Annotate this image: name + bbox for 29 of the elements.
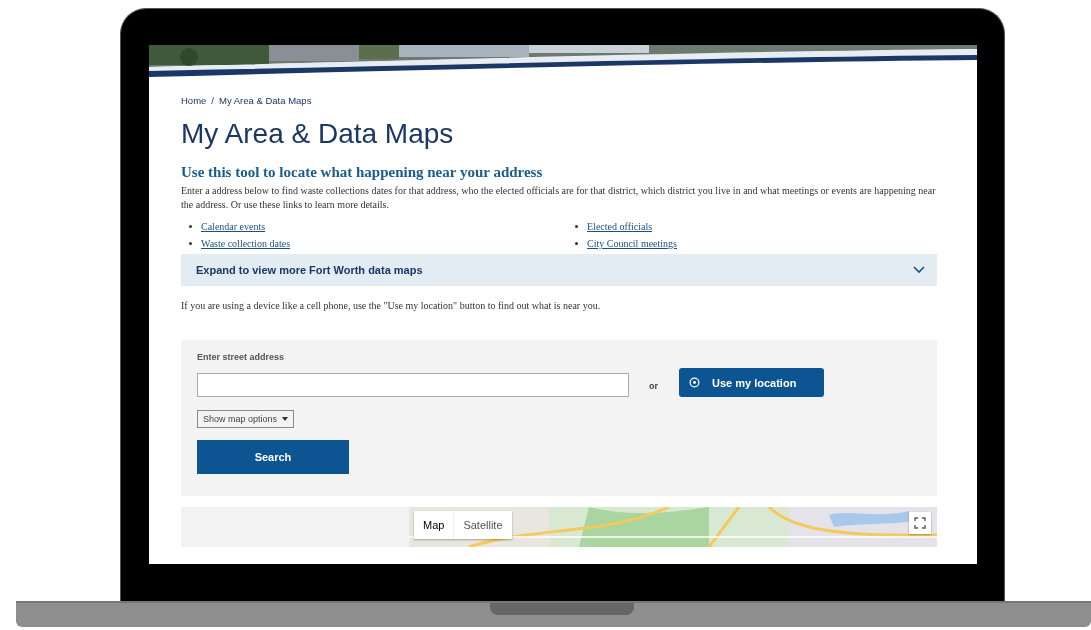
map-options-dropdown[interactable]: Show map options (197, 410, 295, 428)
link[interactable]: Calendar events (201, 221, 266, 232)
page-title: My Area & Data Maps (181, 118, 455, 150)
breadcrumb-link[interactable]: My Area & Data Maps (219, 95, 312, 106)
intro-text: Enter a address below to find waste collections dates for that address, who the elected officials are for that district, which district you live in and what meetings or events are happening near the address. Or use these links to learn more details. (181, 184, 937, 212)
use-location-button[interactable]: Use my location (679, 368, 824, 397)
chevron-down-icon (913, 266, 925, 274)
section-heading: Use this tool to locate what happening near your address (181, 163, 544, 181)
bullet-icon (575, 242, 578, 245)
breadcrumb-link[interactable]: Home (181, 95, 207, 106)
map-type-tab[interactable]: Map (414, 511, 455, 539)
map-type-tab[interactable]: Satellite (454, 511, 512, 539)
address-field[interactable] (197, 372, 629, 397)
bullet-icon (189, 242, 192, 245)
search-button[interactable]: Search (197, 440, 349, 474)
link[interactable]: Elected officials (587, 221, 653, 232)
link[interactable]: City Council meetings (587, 238, 677, 249)
crosshair-icon (689, 377, 700, 388)
or-text: or (649, 380, 658, 391)
accordion-header[interactable]: Expand to view more Fort Worth data maps (181, 254, 937, 286)
bullet-icon (575, 225, 578, 228)
bullet-icon (189, 225, 192, 228)
link[interactable]: Waste collection dates (201, 238, 291, 249)
fullscreen-icon (914, 517, 926, 529)
info-text: If you are using a device like a cell phone, use the "Use my location" button to find out what is near you. (181, 300, 602, 311)
caret-icon (282, 417, 289, 421)
breadcrumb-separator: / (211, 95, 214, 106)
field-label: Enter street address (197, 352, 286, 362)
fullscreen-button[interactable] (909, 512, 931, 534)
